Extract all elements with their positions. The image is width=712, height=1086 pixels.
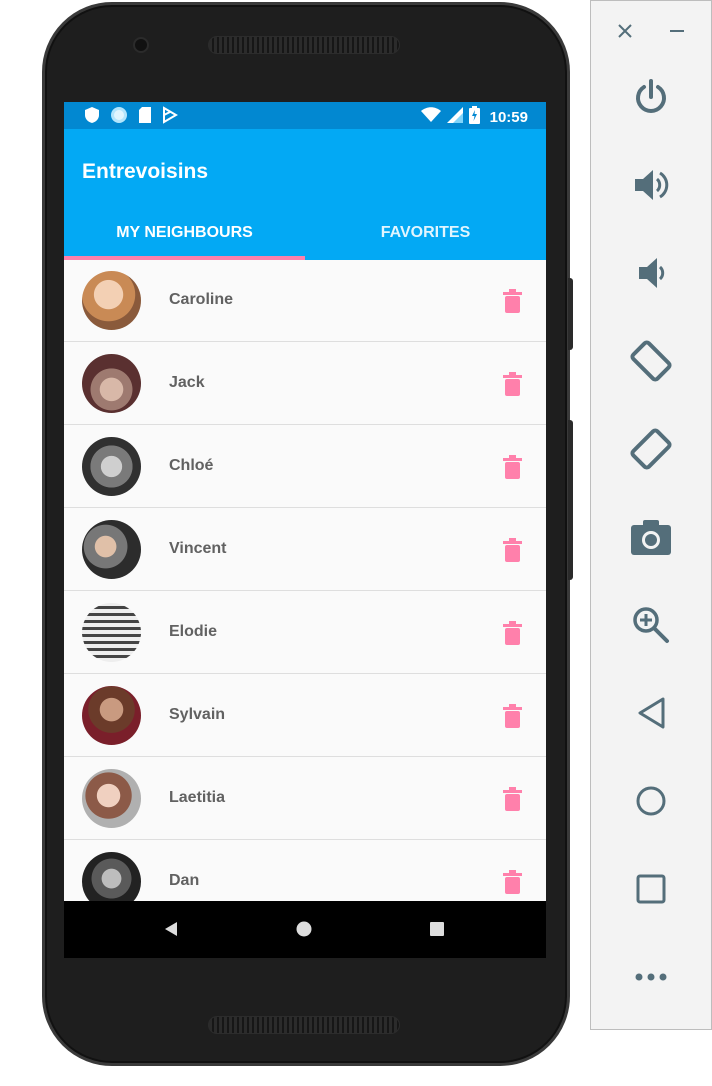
delete-icon[interactable] — [503, 455, 522, 479]
status-clock: 10:59 — [489, 109, 528, 126]
list-item[interactable]: Laetitia — [64, 758, 546, 840]
delete-icon[interactable] — [503, 289, 522, 313]
list-item[interactable]: Caroline — [64, 260, 546, 342]
list-item[interactable]: Elodie — [64, 592, 546, 674]
overview-icon — [636, 874, 666, 904]
avatar — [82, 354, 141, 413]
nav-overview-icon[interactable] — [430, 922, 444, 936]
play-store-icon — [162, 106, 178, 124]
app-bar: Entrevoisins MY NEIGHBOURS FAVORITES — [64, 129, 546, 260]
more-icon — [635, 973, 667, 981]
zoom-icon — [633, 607, 669, 643]
neighbour-name: Dan — [169, 872, 200, 889]
neighbour-name: Elodie — [169, 623, 218, 640]
tab-favorites[interactable]: FAVORITES — [305, 224, 546, 242]
power-button[interactable] — [627, 73, 675, 121]
avatar — [82, 686, 141, 745]
delete-icon[interactable] — [503, 621, 522, 645]
neighbour-name: Laetitia — [169, 789, 226, 806]
close-icon[interactable] — [617, 23, 633, 39]
volume-up-button[interactable] — [627, 161, 675, 209]
nav-back-icon[interactable] — [164, 921, 178, 937]
tab-my-neighbours[interactable]: MY NEIGHBOURS — [64, 224, 305, 242]
rotate-right-button[interactable] — [627, 425, 675, 473]
neighbours-list: Caroline Jack Chloé Vincent Elodie Sylva… — [64, 260, 546, 923]
nav-home-icon[interactable] — [296, 921, 312, 937]
phone-volume-key — [568, 420, 573, 580]
delete-icon[interactable] — [503, 372, 522, 396]
bottom-speaker — [208, 1016, 400, 1034]
home-icon — [636, 786, 666, 816]
front-camera — [133, 37, 149, 53]
list-item[interactable]: Vincent — [64, 509, 546, 591]
wifi-icon — [420, 107, 441, 128]
status-bar: 10:59 — [64, 102, 546, 129]
delete-icon[interactable] — [503, 538, 522, 562]
avatar — [82, 520, 141, 579]
signal-icon — [446, 107, 463, 128]
app-title: Entrevoisins — [82, 160, 209, 183]
neighbour-name: Sylvain — [169, 706, 226, 723]
screenshot-button[interactable] — [627, 513, 675, 561]
power-icon — [636, 79, 666, 113]
delete-icon[interactable] — [503, 704, 522, 728]
list-item[interactable]: Chloé — [64, 426, 546, 508]
overview-button[interactable] — [627, 865, 675, 913]
navigation-bar — [64, 901, 546, 958]
neighbour-name: Vincent — [169, 540, 227, 557]
more-button[interactable] — [627, 953, 675, 1001]
phone-power-key — [568, 278, 573, 350]
avatar — [82, 437, 141, 496]
volume-up-icon — [635, 170, 669, 200]
rotate-left-button[interactable] — [627, 337, 675, 385]
sd-card-icon — [138, 106, 152, 124]
delete-icon[interactable] — [503, 787, 522, 811]
emulator-panel — [590, 0, 712, 1030]
minimize-icon[interactable] — [669, 23, 685, 39]
neighbour-name: Caroline — [169, 291, 234, 308]
avatar — [82, 271, 141, 330]
system-status: 10:59 — [420, 106, 528, 129]
circle-sync-icon — [110, 106, 128, 124]
camera-icon — [631, 520, 671, 555]
list-item[interactable]: Jack — [64, 343, 546, 425]
device-screen: 10:59 Entrevoisins MY NEIGHBOURS FAVORIT… — [64, 102, 546, 958]
back-icon — [638, 697, 665, 729]
top-speaker — [208, 36, 400, 54]
zoom-button[interactable] — [627, 601, 675, 649]
delete-icon[interactable] — [503, 870, 522, 894]
volume-down-button[interactable] — [627, 249, 675, 297]
neighbour-name: Chloé — [169, 457, 214, 474]
back-button[interactable] — [627, 689, 675, 737]
list-item[interactable]: Sylvain — [64, 675, 546, 757]
notification-icons — [84, 106, 178, 124]
neighbour-name: Jack — [169, 374, 205, 391]
battery-charging-icon — [468, 106, 480, 129]
avatar — [82, 769, 141, 828]
avatar — [82, 603, 141, 662]
rotate-right-icon — [630, 428, 672, 470]
volume-down-icon — [639, 258, 665, 288]
rotate-left-icon — [630, 340, 672, 382]
shield-icon — [84, 106, 100, 124]
home-button[interactable] — [627, 777, 675, 825]
